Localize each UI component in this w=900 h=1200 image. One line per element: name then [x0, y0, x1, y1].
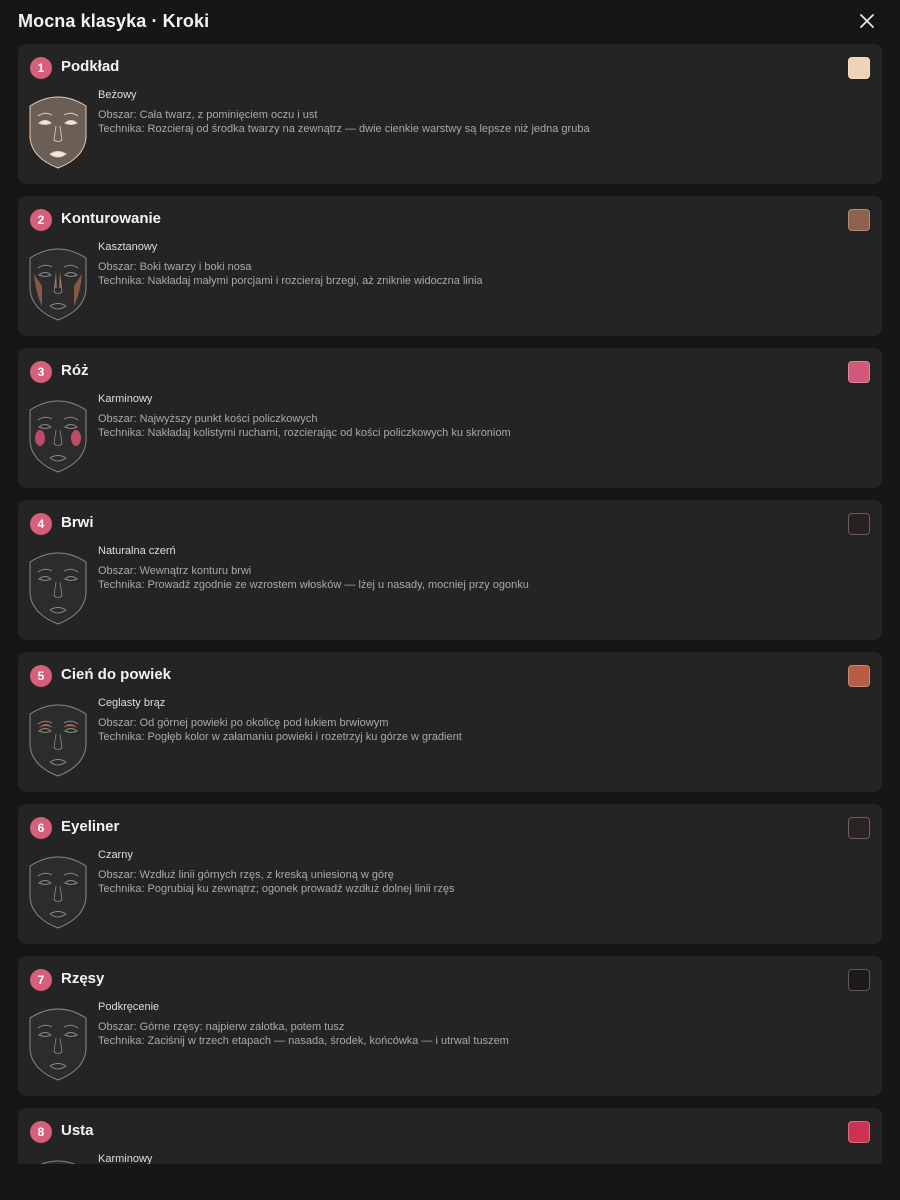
step-number-badge: 6 [30, 817, 52, 839]
app-header: Mocna klasyka · Kroki [0, 0, 900, 42]
shade-name: Naturalna czerń [98, 545, 176, 557]
area-text: Obszar: Wewnątrz konturu brwi [98, 565, 252, 577]
step-title: Podkład [61, 58, 120, 75]
step-description: Obszar: Górne rzęsy: najpierw zalotka, p… [98, 1020, 509, 1048]
color-swatch[interactable] [848, 513, 870, 535]
page-title: Mocna klasyka · Kroki [18, 10, 210, 31]
steps-list[interactable]: 1 Podkład Beżowy Obszar: Cała twarz, z pomi… [18, 44, 882, 1164]
step-card[interactable]: 8 Usta Karminowy [18, 1108, 882, 1164]
shade-name: Podkręcenie [98, 1001, 160, 1013]
face-brows-icon [26, 548, 90, 628]
step-card[interactable]: 7 Rzęsy Podkręcenie Obszar: Górne rzęsy: na… [18, 956, 882, 1096]
step-card[interactable]: 3 Róż Karminowy Obszar: Najwyższy punkt koś… [18, 348, 882, 488]
technique-text: Technika: Rozcieraj od środka twarzy na … [98, 123, 590, 135]
step-card[interactable]: 4 Brwi Naturalna czerń Obszar: Wewnątrz kon… [18, 500, 882, 640]
step-title: Eyeliner [61, 818, 120, 835]
face-foundation-icon [26, 92, 90, 172]
close-icon[interactable] [856, 10, 878, 32]
shade-name: Karminowy [98, 1153, 153, 1164]
area-text: Obszar: Cała twarz, z pominięciem oczu i… [98, 109, 318, 121]
color-swatch[interactable] [848, 57, 870, 79]
area-text: Obszar: Wzdłuż linii górnych rzęs, z kre… [98, 869, 394, 881]
step-number-badge: 2 [30, 209, 52, 231]
color-swatch[interactable] [848, 361, 870, 383]
step-number-badge: 5 [30, 665, 52, 687]
step-number-badge: 3 [30, 361, 52, 383]
step-description: Obszar: Najwyższy punkt kości policzkowy… [98, 412, 511, 440]
technique-text: Technika: Nakładaj kolistymi ruchami, ro… [98, 427, 511, 439]
technique-text: Technika: Zaciśnij w trzech etapach — na… [98, 1035, 509, 1047]
step-title: Usta [61, 1122, 94, 1139]
area-text: Obszar: Najwyższy punkt kości policzkowy… [98, 413, 318, 425]
shade-name: Ceglasty brąz [98, 697, 166, 709]
color-swatch[interactable] [848, 817, 870, 839]
step-title: Rzęsy [61, 970, 105, 987]
technique-text: Technika: Nakładaj małymi porcjami i roz… [98, 275, 483, 287]
step-card[interactable]: 2 Konturowanie Kasztanowy Obszar: Boki twar… [18, 196, 882, 336]
step-title: Cień do powiek [61, 666, 172, 683]
technique-text: Technika: Pogrubiaj ku zewnątrz; ogonek … [98, 883, 455, 895]
shade-name: Beżowy [98, 89, 137, 101]
step-card[interactable]: 1 Podkład Beżowy Obszar: Cała twarz, z pomi… [18, 44, 882, 184]
step-number-badge: 1 [30, 57, 52, 79]
color-swatch[interactable] [848, 209, 870, 231]
step-card[interactable]: 5 Cień do powiek Ceglasty brąz Obszar: Od g… [18, 652, 882, 792]
shade-name: Kasztanowy [98, 241, 158, 253]
color-swatch[interactable] [848, 969, 870, 991]
step-description: Obszar: Cała twarz, z pominięciem oczu i… [98, 108, 590, 136]
area-text: Obszar: Boki twarzy i boki nosa [98, 261, 252, 273]
face-contour-icon [26, 244, 90, 324]
shade-name: Karminowy [98, 393, 153, 405]
technique-text: Technika: Prowadź zgodnie ze wzrostem wł… [98, 579, 529, 591]
step-description: Obszar: Od górnej powieki po okolicę pod… [98, 716, 462, 744]
shade-name: Czarny [98, 849, 133, 861]
step-description: Obszar: Wzdłuż linii górnych rzęs, z kre… [98, 868, 454, 896]
step-description: Obszar: Wewnątrz konturu brwi Technika: P… [98, 564, 529, 592]
area-text: Obszar: Górne rzęsy: najpierw zalotka, p… [98, 1021, 345, 1033]
step-description: Obszar: Boki twarzy i boki nosa Technika:… [98, 260, 483, 288]
face-eyeliner-icon [26, 852, 90, 932]
step-number-badge: 7 [30, 969, 52, 991]
face-lashes-icon [26, 1004, 90, 1084]
step-number-badge: 8 [30, 1121, 52, 1143]
face-lips-icon [26, 1156, 90, 1164]
area-text: Obszar: Od górnej powieki po okolicę pod… [98, 717, 389, 729]
step-card[interactable]: 6 Eyeliner Czarny Obszar: Wzdłuż linii górn… [18, 804, 882, 944]
step-title: Brwi [61, 514, 94, 531]
color-swatch[interactable] [848, 1121, 870, 1143]
step-title: Róż [61, 362, 89, 379]
face-eyeshadow-icon [26, 700, 90, 780]
face-blush-icon [26, 396, 90, 476]
step-title: Konturowanie [61, 210, 161, 227]
color-swatch[interactable] [848, 665, 870, 687]
step-number-badge: 4 [30, 513, 52, 535]
technique-text: Technika: Pogłęb kolor w załamaniu powie… [98, 731, 462, 743]
